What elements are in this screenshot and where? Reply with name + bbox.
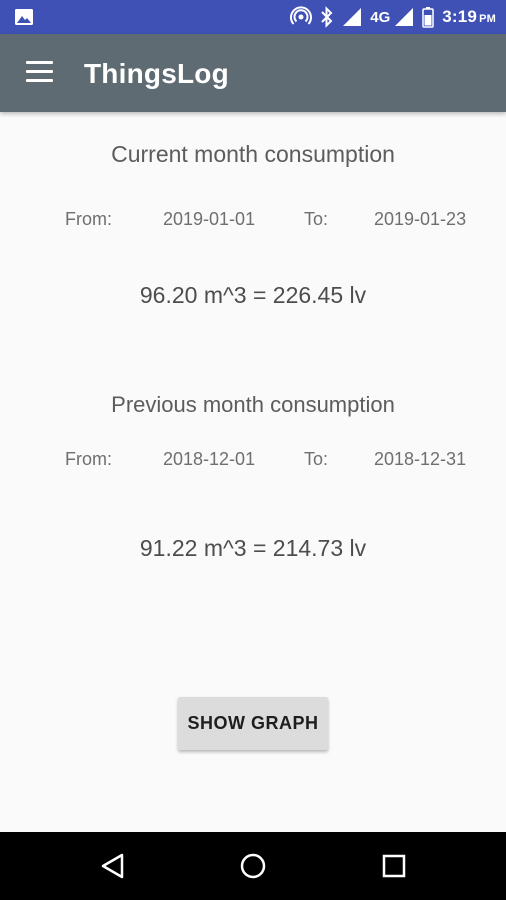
previous-to-label: To: [304,449,329,469]
clock: 3:19 PM [442,7,496,26]
current-reading: 96.20 m^3 = 226.45 lv [139,282,367,308]
current-to-label: To: [304,209,329,229]
navigation-bar [0,832,506,900]
network-type: 4G [370,8,391,26]
home-icon[interactable] [237,850,269,882]
current-to-date: 2019-01-23 [374,209,467,229]
current-from-date: 2019-01-01 [163,209,256,229]
previous-reading: 91.22 m^3 = 214.73 lv [139,535,367,561]
menu-icon[interactable] [26,61,54,83]
status-bar: 4G 3:19 PM [0,0,506,34]
bluetooth-icon [321,6,333,28]
recents-icon[interactable] [378,850,410,882]
signal-icon [343,8,362,26]
previous-month-title: Previous month consumption [111,392,395,417]
signal-4g-icon [395,8,414,26]
previous-from-label: From: [65,449,112,469]
show-graph-button[interactable]: SHOW GRAPH [178,697,328,750]
back-icon[interactable] [98,850,130,882]
current-month-title: Current month consumption [111,141,395,167]
previous-from-date: 2018-12-01 [163,449,256,469]
app-bar: ThingsLog [0,34,506,112]
image-icon [15,9,33,25]
hotspot-icon [290,6,313,25]
app-title: ThingsLog [84,58,229,89]
battery-icon [422,7,435,28]
current-from-label: From: [65,209,112,229]
previous-to-date: 2018-12-31 [374,449,467,469]
